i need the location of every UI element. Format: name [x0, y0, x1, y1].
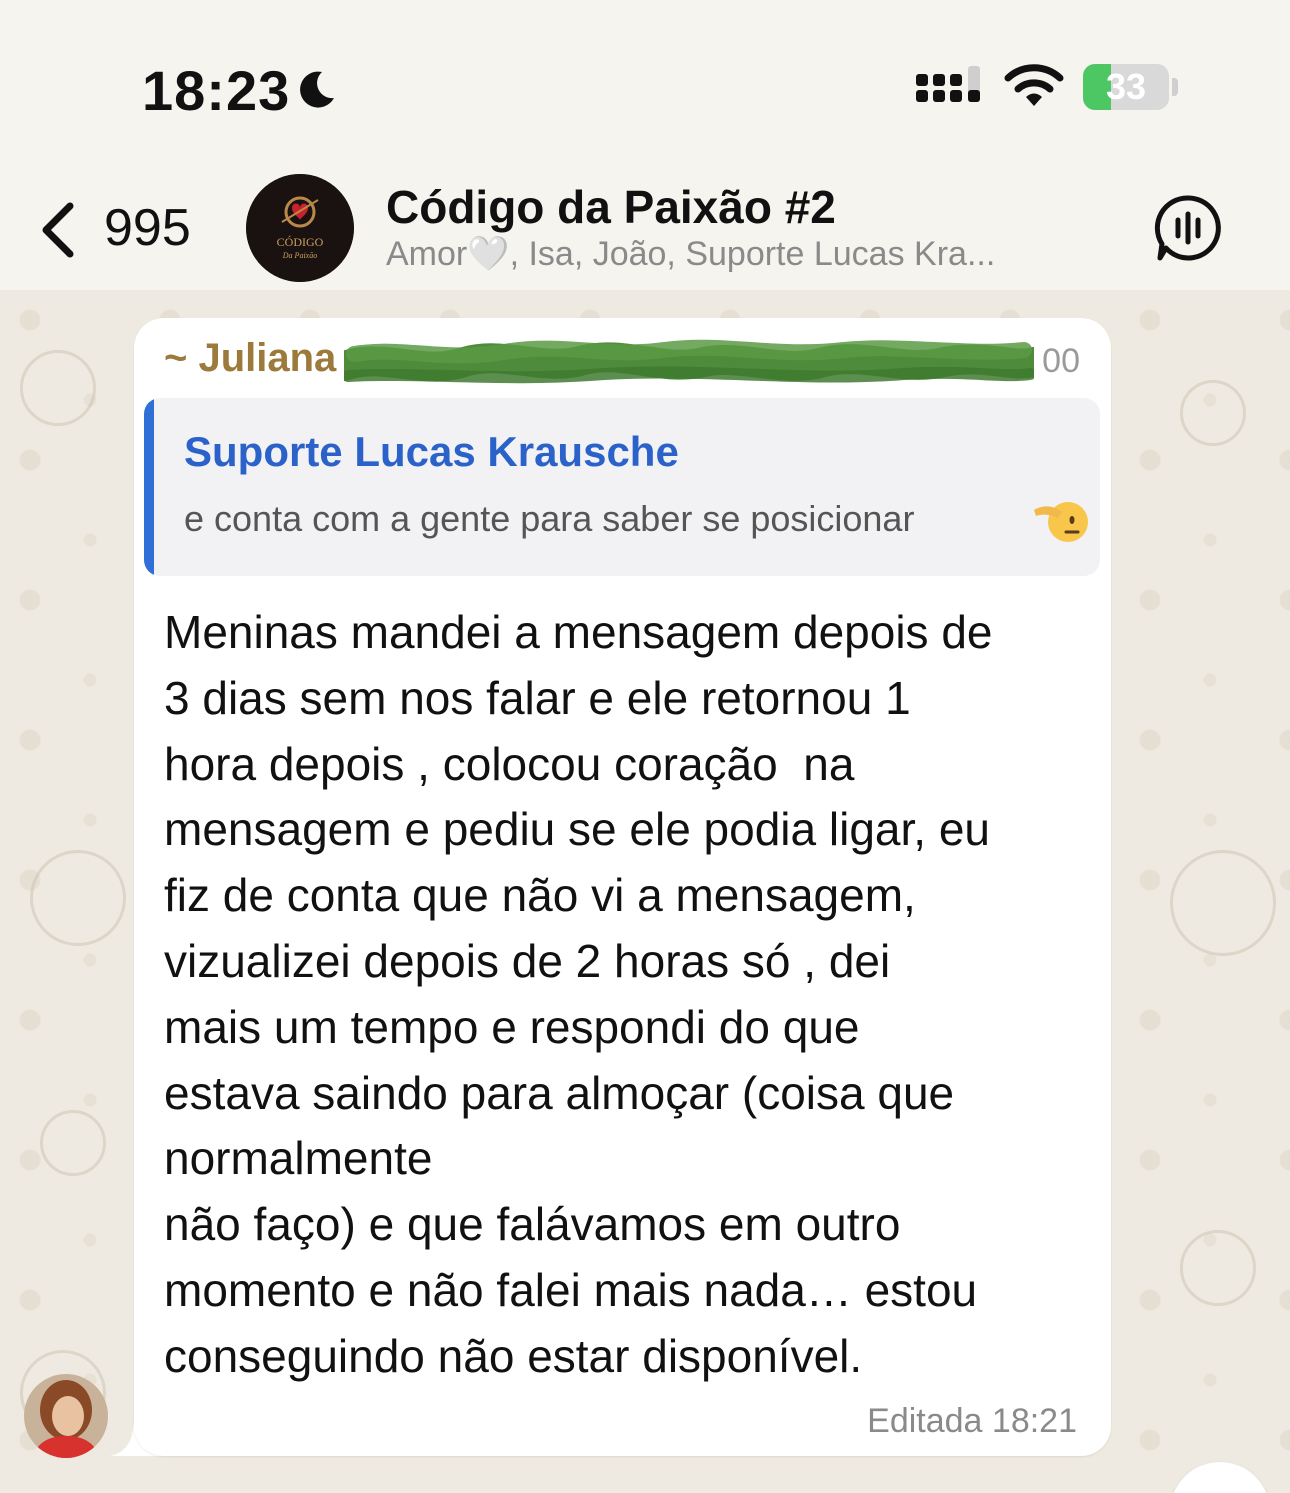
saluting-face-emoji-icon [1034, 502, 1088, 542]
message-edited-timestamp: Editada 18:21 [867, 1402, 1077, 1440]
message-bubble[interactable]: ~ Juliana 00 Suporte Lucas Krausche e co… [134, 318, 1111, 1456]
quote-author: Suporte Lucas Krausche [184, 428, 679, 475]
battery-indicator: 33 [1083, 64, 1169, 110]
redaction-scribble [344, 339, 1034, 384]
message-line: momento e não falei mais nada… estou [164, 1263, 978, 1316]
message-line: mensagem e pediu se ele podia ligar, eu [164, 803, 991, 856]
wifi-icon [1004, 64, 1064, 106]
quoted-message[interactable]: Suporte Lucas Krausche e conta com a gen… [144, 398, 1100, 576]
message-line: fiz de conta que não vi a mensagem, [164, 869, 916, 922]
back-button[interactable]: 995 [30, 192, 210, 262]
message-text[interactable]: Meninas mandei a mensagem depois de 3 dia… [164, 600, 1094, 1390]
status-time: 18:23 [142, 59, 291, 122]
group-avatar[interactable]: CÓDIGO Da Paixão [246, 174, 354, 282]
message-line: conseguindo não estar disponível. [164, 1329, 863, 1382]
message-line: mais um tempo e respondi do que [164, 1000, 860, 1053]
message-line: Meninas mandei a mensagem depois de [164, 606, 993, 658]
voice-chat-icon[interactable] [1152, 192, 1224, 264]
message-line: estava saindo para almoçar (coisa que [164, 1066, 955, 1119]
avatar-photo [24, 1374, 108, 1458]
group-title[interactable]: Código da Paixão #2 [386, 180, 836, 234]
group-logo-sublabel: Da Paixão [282, 251, 317, 260]
message-line: normalmente [164, 1132, 433, 1185]
unread-count: 995 [104, 199, 191, 257]
moon-icon [300, 71, 334, 108]
cellular-signal-icon [916, 66, 980, 102]
group-logo: CÓDIGO Da Paixão [246, 174, 354, 282]
battery-level: 33 [1105, 66, 1147, 107]
group-logo-label: CÓDIGO [277, 235, 324, 249]
status-bar: 18:23 33 [0, 0, 1290, 170]
chevron-left-icon [42, 202, 74, 258]
battery-cap [1172, 78, 1178, 96]
quote-text: e conta com a gente para saber se posici… [184, 498, 915, 539]
quote-accent-bar [144, 398, 154, 576]
group-members[interactable]: Amor🤍, Isa, João, Suporte Lucas Kra... [386, 234, 1076, 274]
sender-name[interactable]: ~ Juliana [164, 336, 336, 381]
message-line: vizualizei depois de 2 horas só , dei [164, 934, 891, 987]
chat-header: 995 CÓDIGO Da Paixão Código da Paixão #2… [0, 170, 1290, 290]
message-line: hora depois , colocou coração na [164, 737, 855, 790]
message-line: não faço) e que falávamos em outro [164, 1198, 901, 1251]
message-line: 3 dias sem nos falar e ele retornou 1 [164, 671, 911, 724]
sender-avatar[interactable] [24, 1374, 108, 1458]
